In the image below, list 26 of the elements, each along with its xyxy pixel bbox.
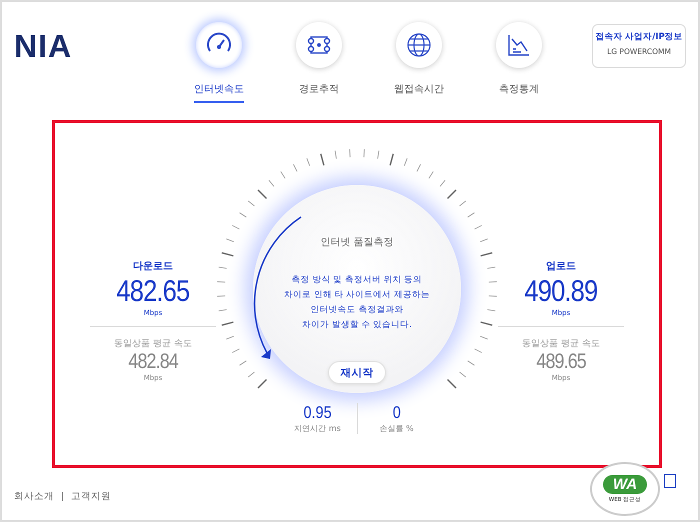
average-speed: 489.65: [536, 350, 586, 374]
notice-text: 측정 방식 및 측정서버 위치 등의 차이로 인해 타 사이트에서 제공하는 인터넷속도 측정결과와 차이가 발생할 수 있습니다.: [284, 274, 430, 332]
footer-link[interactable]: 고객지원: [71, 490, 111, 503]
gauge-title: 인터넷 품질측정: [320, 236, 394, 249]
average-label: 동일상품 평균 속도: [522, 338, 600, 350]
loss-value: 0: [392, 403, 401, 423]
download-label: 다운로드: [133, 260, 173, 273]
badge-mark: WA: [602, 475, 648, 494]
average-speed: 482.84: [128, 350, 178, 374]
average-label: 동일상품 평균 속도: [114, 338, 192, 350]
upload-speed: 490.89: [524, 275, 598, 309]
loss-label: 손실률 %: [379, 423, 414, 434]
provider-title: 접속자 사업자/IP정보: [595, 31, 683, 43]
nav-tab[interactable]: 웹접속시간: [384, 22, 454, 103]
download-speed: 482.65: [116, 275, 190, 309]
globe-icon: [405, 31, 433, 59]
nav-tab[interactable]: 인터넷속도: [184, 22, 254, 103]
latency-value: 0.95: [303, 403, 332, 423]
logo[interactable]: NIA: [14, 28, 174, 65]
footer-link[interactable]: 회사소개: [14, 490, 54, 503]
restart-button[interactable]: 재시작: [328, 361, 386, 384]
latency-label: 지연시간 ms: [294, 423, 341, 434]
upload-label: 업로드: [546, 260, 576, 273]
nav-tab[interactable]: 측정통계: [484, 22, 554, 103]
small-tab-icon[interactable]: [664, 474, 676, 488]
nav-tab[interactable]: 경로추적: [284, 22, 354, 103]
